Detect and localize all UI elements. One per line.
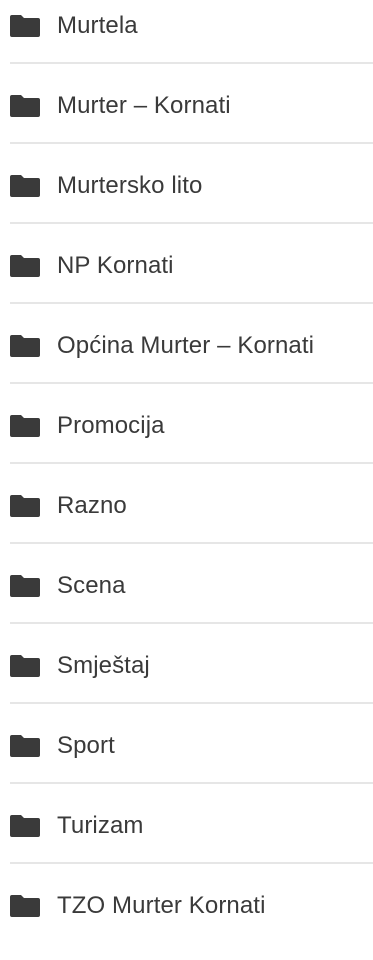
- category-label: Scena: [57, 572, 126, 599]
- category-item: Scena: [0, 560, 373, 640]
- folder-icon: [10, 895, 40, 917]
- category-link-np-kornati[interactable]: NP Kornati: [10, 248, 174, 284]
- category-label: Promocija: [57, 412, 165, 439]
- category-link-smjestaj[interactable]: Smještaj: [10, 648, 150, 684]
- category-label: Murtela: [57, 12, 138, 39]
- category-link-scena[interactable]: Scena: [10, 568, 126, 604]
- category-item: TZO Murter Kornati: [0, 880, 373, 960]
- folder-icon: [10, 735, 40, 757]
- divider: [10, 782, 373, 784]
- category-item: Murtela: [0, 0, 373, 80]
- folder-icon: [10, 815, 40, 837]
- category-link-razno[interactable]: Razno: [10, 488, 127, 524]
- category-item: Općina Murter – Kornati: [0, 320, 373, 400]
- category-link-opcina-murter-kornati[interactable]: Općina Murter – Kornati: [10, 328, 314, 364]
- folder-icon: [10, 495, 40, 517]
- category-label: Smještaj: [57, 652, 150, 679]
- folder-icon: [10, 655, 40, 677]
- folder-icon: [10, 255, 40, 277]
- category-item: Sport: [0, 720, 373, 800]
- category-item: Promocija: [0, 400, 373, 480]
- category-label: Turizam: [57, 812, 144, 839]
- category-item: NP Kornati: [0, 240, 373, 320]
- divider: [10, 542, 373, 544]
- category-link-murtela[interactable]: Murtela: [10, 8, 138, 44]
- category-label: NP Kornati: [57, 252, 174, 279]
- category-label: TZO Murter Kornati: [57, 892, 266, 919]
- category-link-murtersko-lito[interactable]: Murtersko lito: [10, 168, 202, 204]
- category-item: Murtersko lito: [0, 160, 373, 240]
- divider: [10, 622, 373, 624]
- folder-icon: [10, 335, 40, 357]
- folder-icon: [10, 415, 40, 437]
- category-label: Razno: [57, 492, 127, 519]
- category-item: Murter – Kornati: [0, 80, 373, 160]
- category-item: Razno: [0, 480, 373, 560]
- divider: [10, 302, 373, 304]
- category-item: Turizam: [0, 800, 373, 880]
- folder-icon: [10, 15, 40, 37]
- category-list: Murtela Murter – Kornati Murtersko lito …: [0, 0, 373, 960]
- category-label: Općina Murter – Kornati: [57, 332, 315, 359]
- divider: [10, 862, 373, 864]
- category-link-turizam[interactable]: Turizam: [10, 808, 143, 844]
- divider: [10, 702, 373, 704]
- category-label: Murtersko lito: [57, 172, 203, 199]
- folder-icon: [10, 175, 40, 197]
- category-link-promocija[interactable]: Promocija: [10, 408, 165, 444]
- category-item: Smještaj: [0, 640, 373, 720]
- category-label: Sport: [57, 732, 115, 759]
- category-link-murter-kornati[interactable]: Murter – Kornati: [10, 88, 231, 124]
- category-link-sport[interactable]: Sport: [10, 728, 115, 764]
- divider: [10, 62, 373, 64]
- folder-icon: [10, 95, 40, 117]
- category-link-tzo-murter-kornati[interactable]: TZO Murter Kornati: [10, 888, 266, 924]
- folder-icon: [10, 575, 40, 597]
- divider: [10, 222, 373, 224]
- divider: [10, 462, 373, 464]
- divider: [10, 142, 373, 144]
- divider: [10, 382, 373, 384]
- category-label: Murter – Kornati: [57, 92, 231, 119]
